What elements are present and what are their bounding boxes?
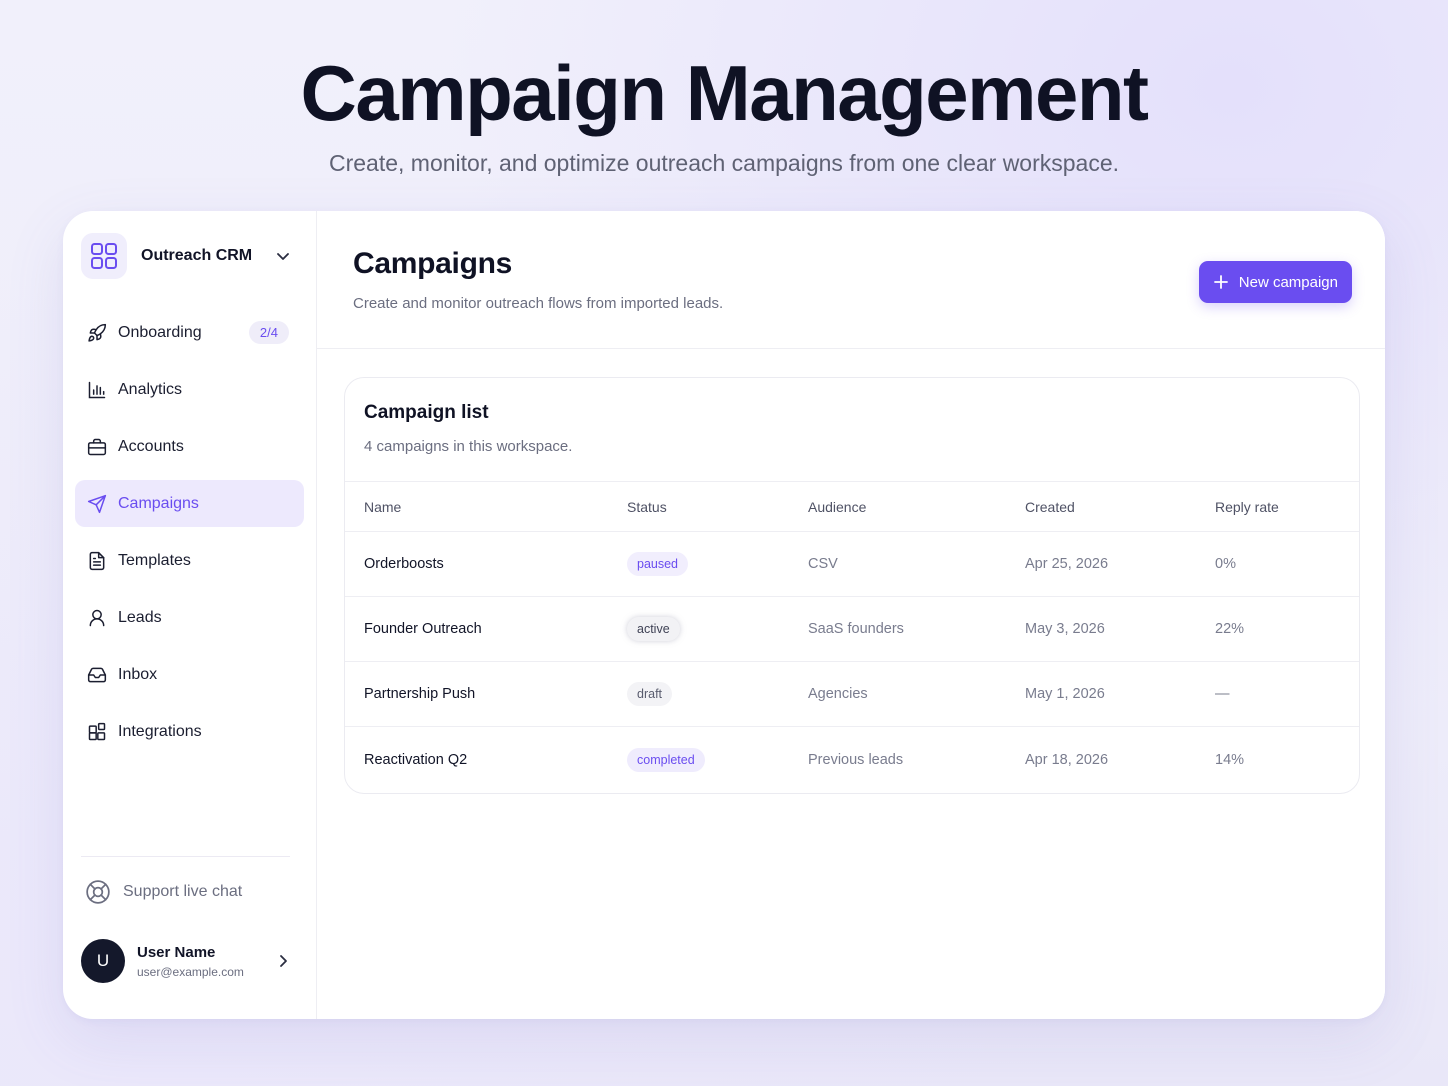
campaign-reply-rate: 14% — [1215, 751, 1245, 768]
sidebar-item-integrations[interactable]: Integrations — [75, 708, 304, 755]
campaign-name: Founder Outreach — [364, 621, 482, 637]
page-title: Campaigns — [353, 247, 513, 280]
table-row[interactable]: Founder Outreach active SaaS founders Ma… — [345, 597, 1359, 662]
sidebar-item-label: Analytics — [118, 380, 183, 398]
send-icon — [86, 493, 108, 515]
column-header-created[interactable]: Created — [1025, 499, 1215, 515]
user-email: user@example.com — [137, 964, 244, 979]
column-header-audience[interactable]: Audience — [808, 499, 1025, 515]
sidebar-item-label: Campaigns — [118, 494, 199, 512]
chevron-right-icon[interactable] — [273, 951, 293, 971]
sidebar: Outreach CRM Onboarding 2/4 Analytics Ac… — [63, 211, 317, 1019]
grid-icon — [81, 233, 127, 279]
sidebar-item-accounts[interactable]: Accounts — [75, 423, 304, 470]
campaign-list-card: Campaign list 4 campaigns in this worksp… — [344, 377, 1360, 794]
campaign-reply-rate: — — [1215, 686, 1230, 702]
card-title: Campaign list — [364, 402, 489, 423]
new-campaign-label: New campaign — [1238, 273, 1338, 291]
document-icon — [86, 550, 108, 572]
campaign-reply-rate: 0% — [1215, 556, 1236, 572]
campaign-name: Orderboosts — [364, 556, 444, 572]
column-header-name[interactable]: Name — [345, 499, 627, 515]
sidebar-item-label: Leads — [118, 608, 162, 626]
support-label: Support live chat — [123, 883, 243, 900]
sidebar-divider — [81, 856, 290, 857]
table-header: Name Status Audience Created Reply rate — [345, 481, 1359, 532]
inbox-icon — [86, 664, 108, 686]
apps-icon — [86, 721, 108, 743]
page-header: Campaigns Create and monitor outreach fl… — [317, 211, 1385, 349]
campaigns-table: Name Status Audience Created Reply rate … — [345, 481, 1359, 792]
card-subtitle: 4 campaigns in this workspace. — [364, 438, 573, 455]
sidebar-item-inbox[interactable]: Inbox — [75, 651, 304, 698]
sidebar-item-campaigns[interactable]: Campaigns — [75, 480, 304, 527]
new-campaign-button[interactable]: New campaign — [1198, 261, 1352, 303]
user-name: User Name — [137, 943, 216, 961]
status-badge: completed — [627, 747, 705, 772]
support-live-chat-link[interactable]: Support live chat — [85, 879, 242, 905]
campaign-created: Apr 25, 2026 — [1025, 556, 1109, 572]
briefcase-icon — [86, 436, 108, 458]
column-header-reply-rate[interactable]: Reply rate — [1215, 499, 1359, 515]
workspace-switcher[interactable]: Outreach CRM — [81, 233, 293, 279]
sidebar-item-label: Templates — [118, 551, 191, 569]
sidebar-item-label: Integrations — [118, 722, 202, 740]
campaign-name: Reactivation Q2 — [364, 751, 468, 768]
table-row[interactable]: Partnership Push draft Agencies May 1, 2… — [345, 662, 1359, 727]
onboarding-progress-badge: 2/4 — [248, 321, 289, 344]
status-badge: paused — [627, 552, 689, 576]
status-badge: active — [627, 617, 680, 641]
campaign-created: May 3, 2026 — [1025, 621, 1105, 637]
user-menu[interactable]: U User Name user@example.com — [81, 938, 293, 984]
column-header-status[interactable]: Status — [627, 499, 808, 515]
campaign-audience: SaaS founders — [808, 621, 904, 637]
sidebar-item-analytics[interactable]: Analytics — [75, 366, 304, 413]
sidebar-item-label: Onboarding — [118, 323, 202, 341]
campaign-audience: Previous leads — [808, 751, 904, 768]
status-badge: draft — [627, 682, 673, 706]
rocket-icon — [86, 322, 108, 344]
sidebar-item-templates[interactable]: Templates — [75, 537, 304, 584]
workspace-name: Outreach CRM — [141, 247, 253, 264]
chevron-down-icon[interactable] — [273, 246, 293, 266]
user-icon — [86, 607, 108, 629]
campaign-created: Apr 18, 2026 — [1025, 751, 1109, 768]
table-row[interactable]: Orderboosts paused CSV Apr 25, 2026 0% — [345, 532, 1359, 597]
lifebuoy-icon — [85, 879, 111, 905]
table-row[interactable]: Reactivation Q2 completed Previous leads… — [345, 727, 1359, 792]
plus-icon — [1211, 272, 1231, 292]
campaign-reply-rate: 22% — [1215, 621, 1245, 637]
page-subtitle: Create and monitor outreach flows from i… — [353, 295, 724, 312]
campaign-created: May 1, 2026 — [1025, 686, 1105, 702]
campaign-audience: Agencies — [808, 686, 868, 702]
hero-title: Campaign Management — [300, 49, 1149, 137]
sidebar-item-label: Accounts — [118, 437, 184, 455]
sidebar-item-label: Inbox — [118, 665, 158, 683]
app-window: Outreach CRM Onboarding 2/4 Analytics Ac… — [63, 211, 1385, 1019]
sidebar-item-leads[interactable]: Leads — [75, 594, 304, 641]
avatar: U — [81, 939, 125, 983]
hero-subtitle: Create, monitor, and optimize outreach c… — [328, 150, 1120, 176]
user-info: User Name user@example.com — [137, 944, 273, 979]
bar-chart-icon — [86, 379, 108, 401]
sidebar-nav: Onboarding 2/4 Analytics Accounts Campai… — [75, 309, 304, 765]
sidebar-item-onboarding[interactable]: Onboarding 2/4 — [75, 309, 304, 356]
campaign-audience: CSV — [808, 556, 838, 572]
main-content: Campaigns Create and monitor outreach fl… — [317, 211, 1385, 1019]
campaign-name: Partnership Push — [364, 686, 476, 702]
